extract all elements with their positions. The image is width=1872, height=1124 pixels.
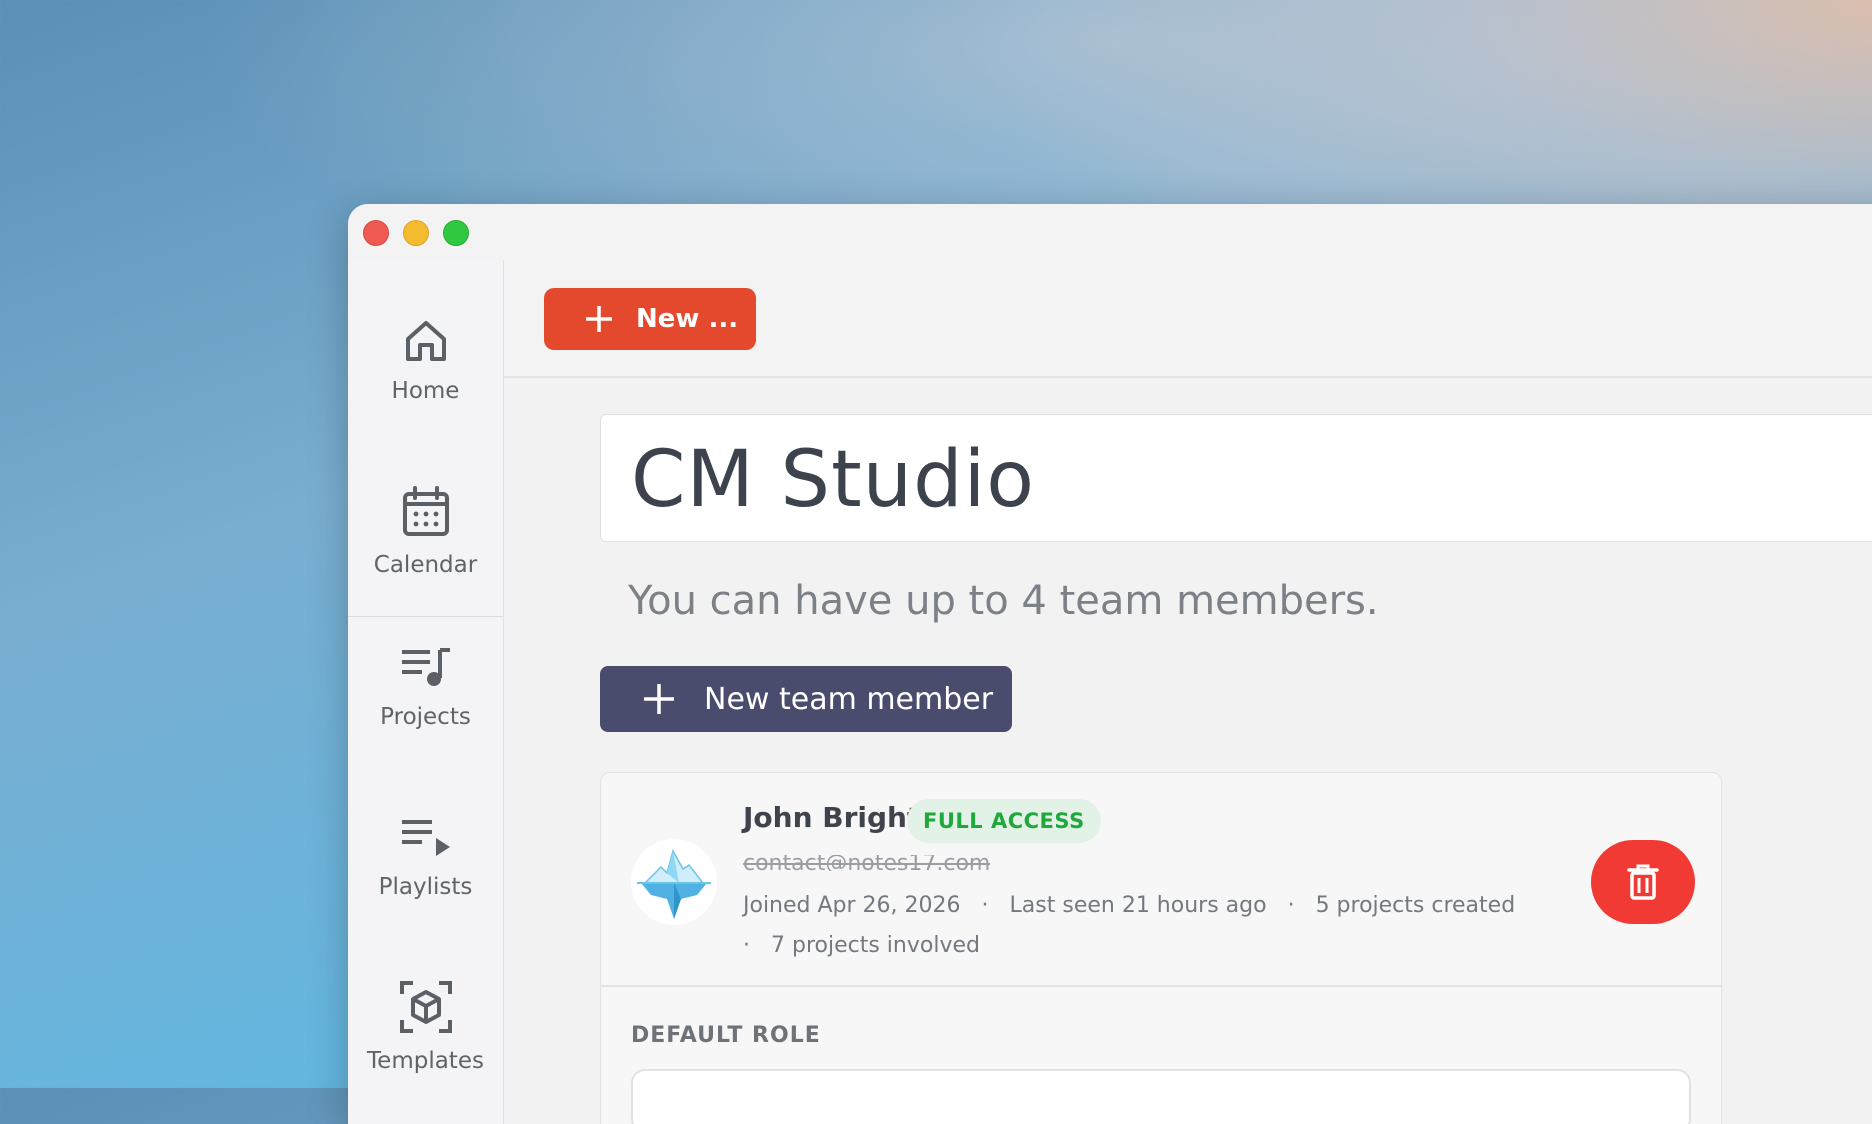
main-content: CM Studio You can have up to 4 team memb… [504,378,1872,1124]
default-role-label: DEFAULT ROLE [631,1023,821,1048]
home-icon [405,321,446,361]
sidebar-item-label: Calendar [373,552,478,578]
access-badge: FULL ACCESS [907,799,1101,843]
app-window: Home Calendar Projects Playlists Templat… [348,204,1872,1124]
separator: · [1287,893,1295,918]
new-button-label: New ... [636,304,739,334]
member-name: John Bright [743,801,921,834]
avatar [631,839,717,925]
default-role-select[interactable] [631,1069,1691,1124]
team-member-card: John Bright FULL ACCESS contact@notes17.… [600,772,1722,1124]
sidebar-item-projects[interactable]: Projects [348,646,503,730]
plus-icon [586,306,612,332]
music-list-icon [401,648,450,686]
plus-icon [644,684,674,714]
delete-member-button[interactable] [1591,840,1695,924]
member-email: contact@notes17.com [743,855,991,871]
sidebar: Home Calendar Projects Playlists Templat… [348,260,504,1124]
sidebar-item-home[interactable]: Home [348,318,503,404]
iceberg-logo-icon [637,849,711,919]
zoom-window-button[interactable] [443,220,469,246]
member-meta-secondary: · 7 projects involved [743,933,980,958]
minimize-window-button[interactable] [403,220,429,246]
playlist-play-icon [401,820,450,856]
sidebar-item-templates[interactable]: Templates [348,980,503,1074]
sidebar-item-playlists[interactable]: Playlists [348,816,503,900]
sidebar-item-calendar[interactable]: Calendar [348,486,503,578]
sidebar-item-label: Home [391,378,460,404]
studio-name: CM Studio [631,435,1035,525]
sidebar-item-label: Templates [367,1048,484,1074]
last-seen: Last seen 21 hours ago [1009,893,1267,918]
member-meta: Joined Apr 26, 2026 · Last seen 21 hours… [743,893,1515,918]
separator: · [743,933,750,958]
title-bar [348,204,1872,260]
new-team-member-button[interactable]: New team member [600,666,1012,732]
trash-icon [1627,864,1659,900]
new-button[interactable]: New ... [544,288,756,350]
sidebar-divider [348,616,503,617]
toolbar: New ... [504,260,1872,378]
member-limit-text: You can have up to 4 team members. [628,578,1379,624]
cube-scan-icon [399,981,452,1033]
joined-date: Joined Apr 26, 2026 [743,893,961,918]
calendar-icon [402,486,449,536]
separator: · [981,893,989,918]
sidebar-item-label: Projects [380,704,471,730]
close-window-button[interactable] [363,220,389,246]
studio-name-field[interactable]: CM Studio [600,414,1872,542]
sidebar-item-label: Playlists [378,874,473,900]
projects-created: 5 projects created [1315,893,1516,918]
new-team-member-label: New team member [704,681,994,717]
card-divider [601,985,1721,987]
projects-involved: 7 projects involved [771,933,980,958]
